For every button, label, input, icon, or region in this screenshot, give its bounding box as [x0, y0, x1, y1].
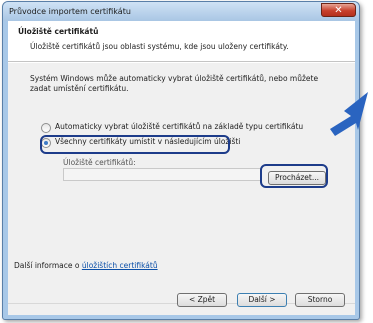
certificate-store-label: Úložiště certifikátů:	[63, 158, 136, 167]
radio-button-icon[interactable]	[41, 123, 51, 133]
certificate-import-wizard-window: Průvodce importem certifikátu ✕ Úložiště…	[2, 1, 360, 320]
header-divider	[8, 62, 355, 63]
certificate-store-field[interactable]	[63, 168, 261, 181]
browse-highlight-frame	[260, 164, 328, 188]
certificate-stores-link[interactable]: úložištích certifikátů	[82, 261, 158, 270]
title-bar[interactable]: Průvodce importem certifikátu ✕	[3, 2, 359, 21]
store-info-text: Systém Windows může automaticky vybrat ú…	[30, 74, 319, 93]
back-button[interactable]: < Zpět	[177, 293, 227, 307]
close-icon: ✕	[334, 5, 343, 16]
window-title: Průvodce importem certifikátu	[9, 7, 131, 16]
cancel-button[interactable]: Storno	[295, 293, 345, 307]
more-info-prefix: Další informace o	[14, 261, 82, 270]
page-description: Úložiště certifikátů jsou oblasti systém…	[30, 42, 289, 51]
wizard-header: Úložiště certifikátů Úložiště certifikát…	[8, 21, 355, 62]
next-button[interactable]: Další >	[237, 293, 287, 307]
radio-auto-select-label[interactable]: Automaticky vybrat úložiště certifikátů …	[55, 122, 303, 131]
close-button[interactable]: ✕	[321, 3, 356, 17]
radio-highlight-frame	[40, 135, 230, 154]
page-title: Úložiště certifikátů	[18, 27, 99, 36]
more-info-text: Další informace o úložištích certifikátů	[14, 261, 158, 270]
